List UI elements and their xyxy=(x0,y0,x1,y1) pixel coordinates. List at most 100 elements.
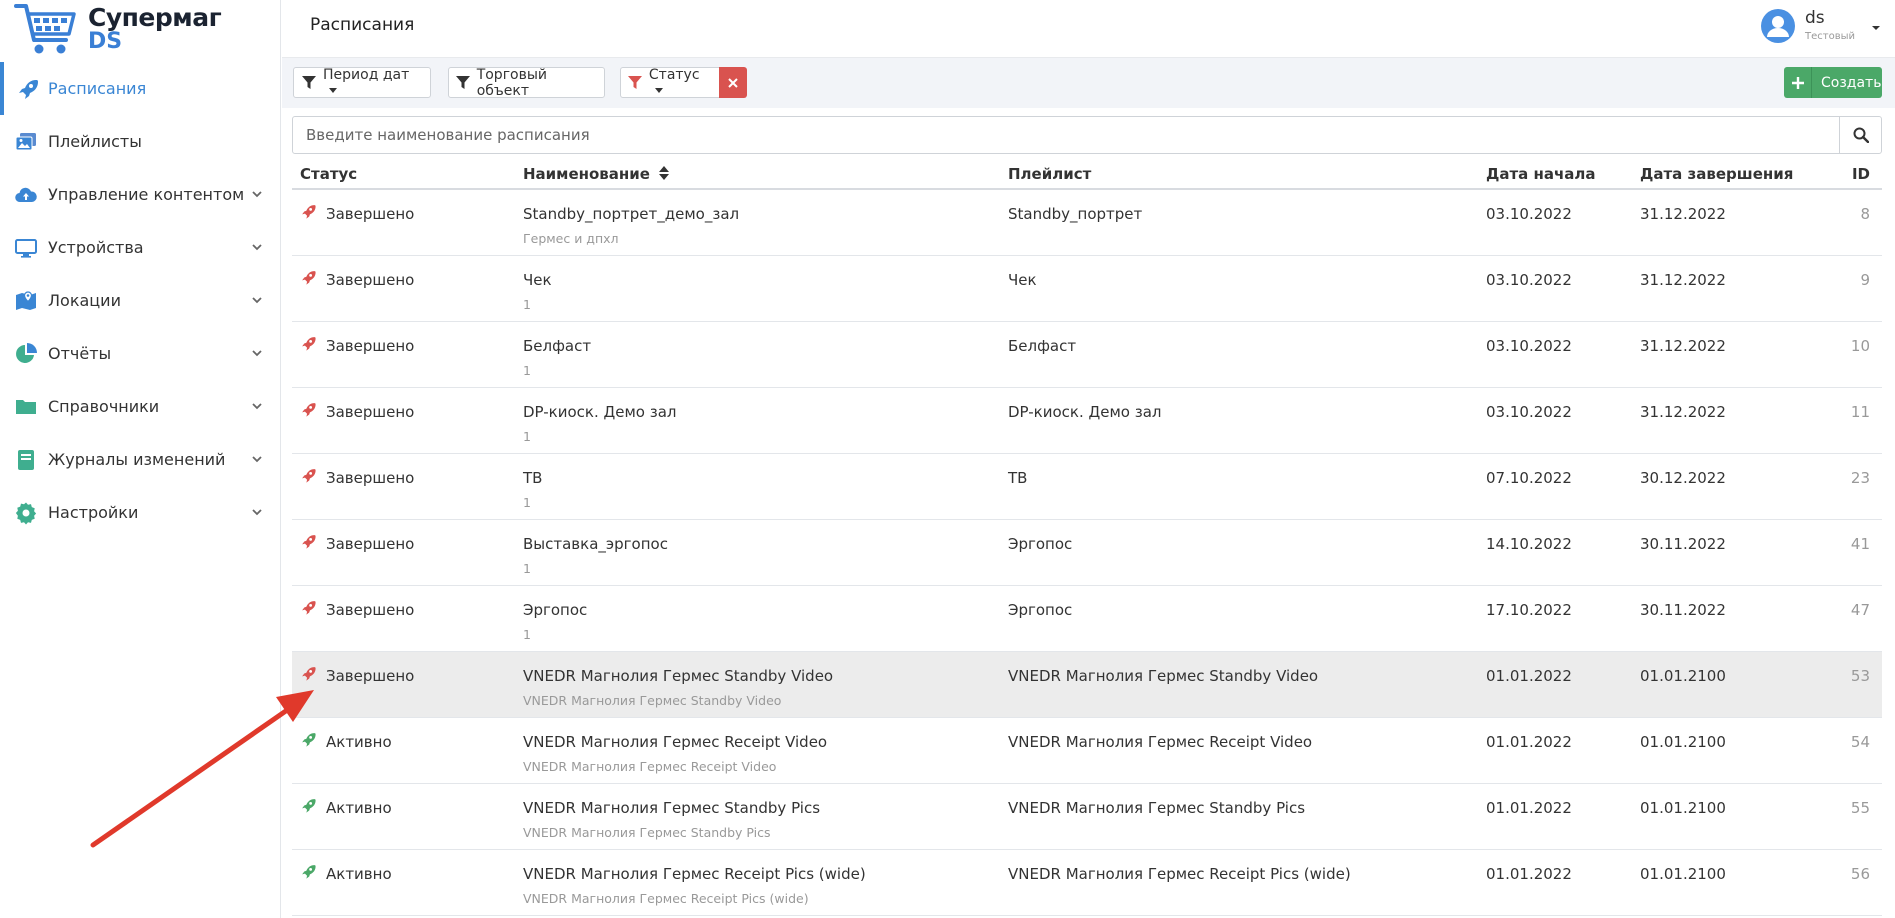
row-subtitle: Гермес и дпхл xyxy=(523,231,619,246)
row-name[interactable]: Чек xyxy=(523,271,552,289)
table-row[interactable]: Активно VNEDR Магнолия Гермес Receipt Vid… xyxy=(292,718,1882,784)
column-start-date[interactable]: Дата начала xyxy=(1486,165,1596,183)
row-start-date: 03.10.2022 xyxy=(1486,205,1572,223)
sidebar-item-content[interactable]: Управление контентом xyxy=(0,168,281,221)
row-status: Завершено xyxy=(326,271,415,289)
sidebar: Супермаг DS Расписания Плейлисты Управле… xyxy=(0,0,281,918)
map-marker-icon xyxy=(16,291,36,310)
create-button[interactable]: Создать xyxy=(1784,67,1882,98)
column-end-date[interactable]: Дата завершения xyxy=(1640,165,1793,183)
row-name[interactable]: VNEDR Магнолия Гермес Receipt Pics (wide… xyxy=(523,865,866,883)
row-name[interactable]: DP-киоск. Демо зал xyxy=(523,403,676,421)
row-id: 11 xyxy=(1850,403,1870,421)
plus-icon xyxy=(1791,76,1804,89)
book-icon xyxy=(18,450,34,470)
sidebar-item-changelogs[interactable]: Журналы изменений xyxy=(0,433,281,486)
row-playlist: VNEDR Магнолия Гермес Receipt Pics (wide… xyxy=(1008,865,1351,883)
sort-icon xyxy=(659,166,670,180)
rocket-icon xyxy=(302,865,316,879)
row-id: 10 xyxy=(1850,337,1870,355)
status-filter-label: Статус xyxy=(648,66,700,83)
column-playlist[interactable]: Плейлист xyxy=(1008,165,1091,183)
row-name[interactable]: Standby_портрет_демо_зал xyxy=(523,205,739,223)
caret-down-icon xyxy=(654,88,663,93)
row-status: Активно xyxy=(326,865,392,883)
images-icon xyxy=(15,133,36,151)
sidebar-item-label: Локации xyxy=(48,291,121,310)
row-id: 8 xyxy=(1860,205,1870,223)
sidebar-item-locations[interactable]: Локации xyxy=(0,274,281,327)
row-start-date: 17.10.2022 xyxy=(1486,601,1572,619)
row-name[interactable]: VNEDR Магнолия Гермес Standby Video xyxy=(523,667,833,685)
gear-icon xyxy=(15,502,37,525)
table-row[interactable]: Завершено Standby_портрет_демо_зал Гермес … xyxy=(292,190,1882,256)
user-name: ds xyxy=(1805,8,1825,28)
row-subtitle: VNEDR Магнолия Гермес Receipt Pics (wide… xyxy=(523,891,809,906)
table-row[interactable]: Активно VNEDR Магнолия Гермес Standby Pic… xyxy=(292,784,1882,850)
row-name[interactable]: ТВ xyxy=(523,469,542,487)
row-playlist: Белфаст xyxy=(1008,337,1077,355)
row-playlist: ТВ xyxy=(1008,469,1028,487)
search-input[interactable] xyxy=(293,117,1840,153)
row-end-date: 31.12.2022 xyxy=(1640,205,1726,223)
row-playlist: Standby_портрет xyxy=(1008,205,1143,223)
sidebar-item-settings[interactable]: Настройки xyxy=(0,486,281,539)
sidebar-item-reports[interactable]: Отчёты xyxy=(0,327,281,380)
row-end-date: 01.01.2100 xyxy=(1640,667,1726,685)
row-name[interactable]: Выставка_эргопос xyxy=(523,535,668,553)
sidebar-item-playlists[interactable]: Плейлисты xyxy=(0,115,281,168)
column-id[interactable]: ID xyxy=(1852,165,1870,183)
chevron-down-icon xyxy=(252,509,262,516)
table-row[interactable]: Завершено Белфаст 1 Белфаст 03.10.2022 31.12.… xyxy=(292,322,1882,388)
row-id: 9 xyxy=(1860,271,1870,289)
row-name[interactable]: VNEDR Магнолия Гермес Standby Pics xyxy=(523,799,820,817)
table-row[interactable]: Завершено Эргопос 1 Эргопос 17.10.2022 30.11.… xyxy=(292,586,1882,652)
period-filter-button[interactable]: Период дат xyxy=(293,67,431,98)
sidebar-item-devices[interactable]: Устройства xyxy=(0,221,281,274)
row-subtitle: VNEDR Магнолия Гермес Standby Pics xyxy=(523,825,771,840)
row-subtitle: 1 xyxy=(523,495,531,510)
table-row[interactable]: Завершено DP-киоск. Демо зал 1 DP-киоск. Де… xyxy=(292,388,1882,454)
logo-sub: DS xyxy=(88,29,123,54)
filter-icon xyxy=(455,75,470,89)
table-row[interactable]: Завершено VNEDR Магнолия Гермес Standby V… xyxy=(292,652,1882,718)
folder-icon xyxy=(16,400,36,414)
table-row[interactable]: Завершено Чек 1 Чек 03.10.2022 31.12.2022 9 xyxy=(292,256,1882,322)
row-end-date: 01.01.2100 xyxy=(1640,799,1726,817)
row-status: Завершено xyxy=(326,601,415,619)
clear-status-filter-button[interactable] xyxy=(719,67,747,98)
row-subtitle: 1 xyxy=(523,561,531,576)
rocket-icon xyxy=(302,469,316,483)
sidebar-item-directories[interactable]: Справочники xyxy=(0,380,281,433)
row-status: Завершено xyxy=(326,535,415,553)
table-row[interactable]: Активно VNEDR Магнолия Гермес Receipt Pic… xyxy=(292,850,1882,916)
status-filter-button[interactable]: Статус xyxy=(620,67,720,98)
row-end-date: 30.12.2022 xyxy=(1640,469,1726,487)
row-name[interactable]: Белфаст xyxy=(523,337,591,355)
row-subtitle: 1 xyxy=(523,297,531,312)
row-playlist: VNEDR Магнолия Гермес Standby Video xyxy=(1008,667,1319,685)
user-menu[interactable]: ds Тестовый xyxy=(1761,7,1881,49)
object-filter-button[interactable]: Торговый объект xyxy=(448,67,605,99)
logo[interactable]: Супермаг DS xyxy=(14,2,222,58)
row-name[interactable]: Эргопос xyxy=(523,601,587,619)
row-end-date: 31.12.2022 xyxy=(1640,403,1726,421)
chevron-down-icon xyxy=(252,456,262,463)
row-playlist: Эргопос xyxy=(1008,535,1073,553)
table-row[interactable]: Завершено ТВ 1 ТВ 07.10.2022 30.12.2022 23 xyxy=(292,454,1882,520)
rocket-icon xyxy=(302,403,316,417)
chevron-down-icon xyxy=(252,403,262,410)
row-name[interactable]: VNEDR Магнолия Гермес Receipt Video xyxy=(523,733,827,751)
rocket-icon xyxy=(302,799,316,813)
table-row[interactable]: Завершено Выставка_эргопос 1 Эргопос 14.10.2… xyxy=(292,520,1882,586)
logo-brand: Супермаг xyxy=(88,3,222,32)
row-start-date: 01.01.2022 xyxy=(1486,799,1572,817)
rocket-icon xyxy=(19,80,38,99)
sidebar-item-schedules[interactable]: Расписания xyxy=(0,62,281,115)
column-status[interactable]: Статус xyxy=(300,165,357,183)
row-end-date: 31.12.2022 xyxy=(1640,337,1726,355)
rocket-icon xyxy=(302,601,316,615)
column-name[interactable]: Наименование xyxy=(523,165,670,183)
search-button[interactable] xyxy=(1839,117,1881,153)
sidebar-item-label: Справочники xyxy=(48,397,160,416)
